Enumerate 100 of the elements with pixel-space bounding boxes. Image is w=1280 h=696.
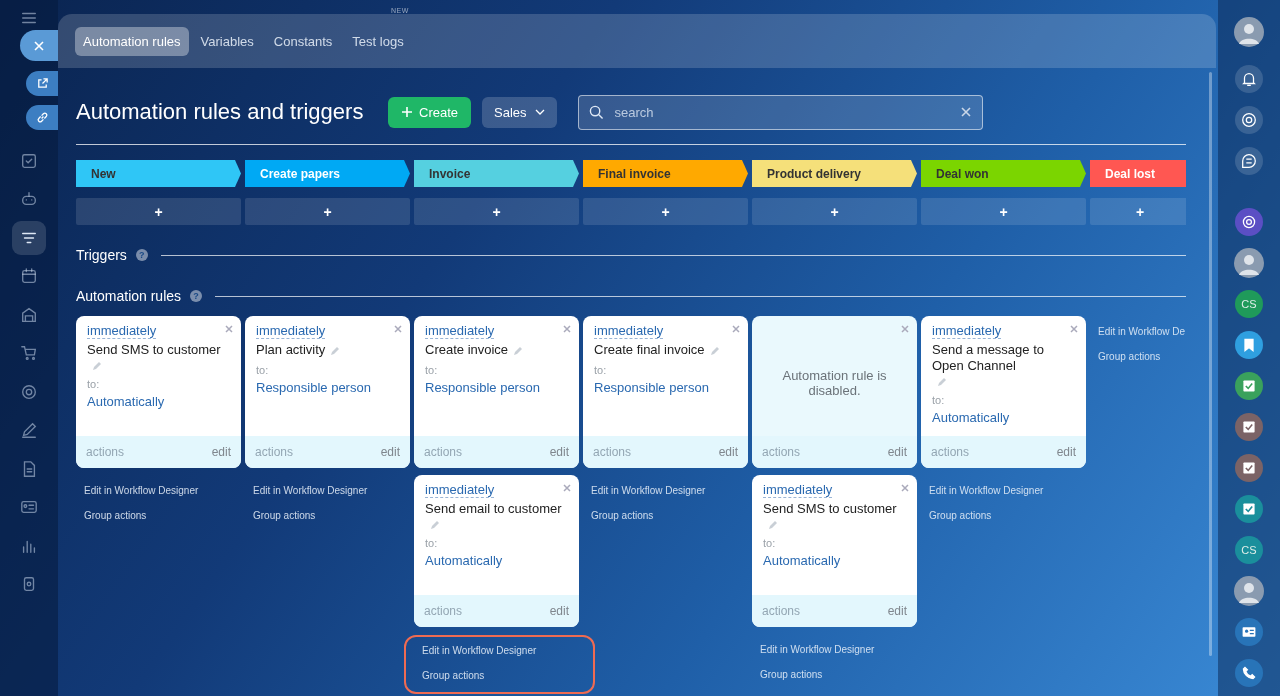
caret-icon [534, 109, 545, 115]
actions-label: actions [762, 445, 801, 459]
to-label: to: [932, 394, 945, 406]
page-title: Automation rules and triggers [76, 99, 365, 125]
pipeline-dropdown[interactable]: Sales [482, 96, 557, 128]
column-link[interactable]: Group actions [422, 670, 485, 682]
initials-avatar[interactable]: CS [1235, 535, 1263, 564]
task-icon[interactable] [1235, 453, 1263, 482]
column-link[interactable]: Group actions [929, 510, 992, 522]
bookmark-icon[interactable] [1235, 330, 1263, 359]
add-trigger-button[interactable]: + [414, 198, 579, 225]
assignee-link[interactable]: Automatically [763, 553, 841, 568]
actions-label: actions [593, 445, 632, 459]
assignee-link[interactable]: Responsible person [425, 380, 540, 395]
tab[interactable]: Variables [192, 26, 262, 56]
delay-link[interactable]: immediately [87, 323, 157, 339]
column-link[interactable]: Edit in Workflow Designer [422, 645, 537, 657]
column-link[interactable]: Edit in Workflow De [1098, 326, 1186, 338]
target-icon[interactable] [1235, 105, 1263, 134]
add-trigger-button[interactable]: + [583, 198, 748, 225]
add-trigger-button[interactable]: + [1090, 198, 1186, 225]
add-trigger-button[interactable]: + [921, 198, 1086, 225]
edit-link[interactable]: edit [718, 445, 738, 459]
assignee-link[interactable]: Responsible person [256, 380, 371, 395]
stage-header: Create papers [245, 160, 410, 187]
column-link[interactable]: Edit in Workflow Designer [591, 485, 706, 497]
assignee-link[interactable]: Automatically [87, 394, 165, 409]
column-link[interactable]: Edit in Workflow Designer [760, 644, 875, 656]
edit-link[interactable]: edit [887, 604, 907, 618]
actions-label: actions [86, 445, 125, 459]
to-label: to: [425, 537, 438, 549]
search-icon [588, 104, 604, 120]
bell-icon[interactable] [1235, 64, 1263, 93]
assignee-link[interactable]: Responsible person [594, 380, 709, 395]
column-link[interactable]: Group actions [1098, 351, 1161, 363]
assignee-link[interactable]: Automatically [932, 410, 1010, 425]
link-icon[interactable] [26, 105, 58, 130]
disabled-note: Automation rule is disabled. [781, 368, 888, 398]
column-link[interactable]: Group actions [253, 510, 316, 522]
edit-link[interactable]: edit [211, 445, 231, 459]
column-link[interactable]: Edit in Workflow Designer [253, 485, 368, 497]
tab[interactable]: Constants [265, 26, 341, 56]
tab[interactable]: Test logs [344, 26, 412, 56]
to-label: to: [763, 537, 776, 549]
rule-title: Send a message to Open Channel [932, 342, 1046, 374]
contact-icon[interactable] [1235, 617, 1263, 646]
phone-icon[interactable] [1235, 658, 1263, 687]
rule-title: Send email to customer [425, 501, 562, 517]
delay-link[interactable]: immediately [932, 323, 1002, 339]
actions-label: actions [931, 445, 970, 459]
delay-link[interactable]: immediately [256, 323, 326, 339]
stage-header: Deal won [921, 160, 1086, 187]
column-link[interactable]: Group actions [591, 510, 654, 522]
chat-icon[interactable] [1235, 146, 1263, 175]
delay-link[interactable]: immediately [425, 323, 495, 339]
add-trigger-button[interactable]: + [752, 198, 917, 225]
column-link[interactable]: Group actions [760, 669, 823, 681]
actions-label: actions [424, 445, 463, 459]
avatar[interactable] [1234, 575, 1264, 606]
delay-link[interactable]: immediately [763, 482, 833, 498]
scrollbar[interactable] [1209, 72, 1212, 656]
task-icon[interactable] [1235, 371, 1263, 400]
add-trigger-button[interactable]: + [76, 198, 241, 225]
rule-title: Create final invoice [594, 342, 705, 358]
funnel-icon[interactable] [12, 220, 46, 255]
edit-link[interactable]: edit [549, 604, 569, 618]
external-link-icon[interactable] [26, 71, 58, 96]
task-icon[interactable] [1235, 412, 1263, 441]
ring-icon[interactable] [1235, 207, 1263, 236]
column-link[interactable]: Edit in Workflow Designer [929, 485, 1044, 497]
edit-link[interactable]: edit [380, 445, 400, 459]
delay-link[interactable]: immediately [425, 482, 495, 498]
assignee-link[interactable]: Automatically [425, 553, 503, 568]
section-heading: Triggers [76, 247, 127, 263]
stage-header: Final invoice [583, 160, 748, 187]
add-trigger-button[interactable]: + [245, 198, 410, 225]
pen-icon[interactable] [19, 420, 39, 441]
avatar[interactable] [1234, 16, 1264, 47]
edit-link[interactable]: edit [1056, 445, 1076, 459]
column-link[interactable]: Edit in Workflow Designer [84, 485, 199, 497]
actions-label: actions [255, 445, 294, 459]
initials-avatar[interactable]: CS [1235, 289, 1263, 318]
stage-header: New [76, 160, 241, 187]
to-label: to: [425, 364, 438, 376]
to-label: to: [87, 378, 100, 390]
column-link[interactable]: Group actions [84, 510, 147, 522]
delay-link[interactable]: immediately [594, 323, 664, 339]
rule-title: Send SMS to customer [763, 501, 897, 517]
edit-link[interactable]: edit [549, 445, 569, 459]
search-field[interactable]: search [577, 94, 983, 130]
task-icon[interactable] [1235, 494, 1263, 523]
tab[interactable]: Automation rules [75, 26, 189, 56]
close-icon[interactable] [20, 30, 58, 61]
clear-icon[interactable] [960, 106, 971, 117]
stage-header: Deal lost [1090, 160, 1186, 187]
rule-title: Create invoice [425, 342, 509, 358]
actions-label: actions [762, 604, 801, 618]
avatar[interactable] [1234, 247, 1264, 278]
rule-title: Send SMS to customer [87, 342, 221, 358]
plus-icon [401, 106, 413, 118]
